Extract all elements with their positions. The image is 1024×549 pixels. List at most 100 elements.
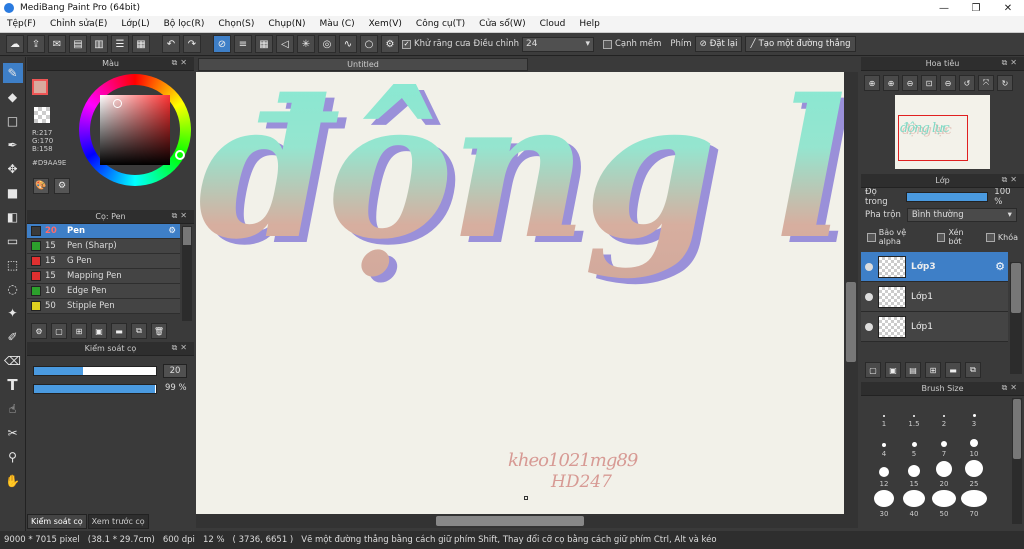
brush-size-cell[interactable]: 15 bbox=[899, 460, 929, 490]
select-tool-icon[interactable]: ⬚ bbox=[3, 255, 23, 275]
canvas-tab[interactable]: Untitled bbox=[198, 58, 528, 71]
concentric-snap-icon[interactable]: ◎ bbox=[318, 35, 336, 53]
delete-icon[interactable]: 🗑 bbox=[151, 323, 167, 339]
rotate-left-icon[interactable]: ↺ bbox=[959, 75, 975, 91]
share-icon[interactable]: ⇪ bbox=[27, 35, 45, 53]
create-line-button[interactable]: ╱ Tạo một đường thẳng bbox=[745, 36, 856, 52]
brush-size-cell[interactable]: 70 bbox=[959, 490, 989, 520]
transparent-color-swatch[interactable] bbox=[34, 107, 50, 123]
brush-size-slider[interactable] bbox=[33, 366, 157, 376]
clipping-checkbox[interactable] bbox=[936, 232, 946, 242]
zoom-out-icon[interactable]: ⊖ bbox=[902, 75, 918, 91]
fill-tool-icon[interactable]: ◧ bbox=[3, 207, 23, 227]
folder-icon[interactable]: ▬ bbox=[111, 323, 127, 339]
brush-size-cell[interactable]: 50 bbox=[929, 490, 959, 520]
eye-icon[interactable] bbox=[865, 322, 873, 331]
brush-item[interactable]: 50 Stipple Pen bbox=[27, 299, 180, 314]
new-brush-icon[interactable]: ▢ bbox=[51, 323, 67, 339]
blend-select[interactable]: Bình thường ▾ bbox=[906, 208, 1017, 222]
hand-tool-icon[interactable]: ✋ bbox=[3, 471, 23, 491]
rotate-right-icon[interactable]: ↻ bbox=[997, 75, 1013, 91]
redo-icon[interactable]: ↷ bbox=[183, 35, 201, 53]
fit-icon[interactable]: ⊡ bbox=[921, 75, 937, 91]
new-layer-icon[interactable]: ▢ bbox=[865, 362, 881, 378]
brush-size-value[interactable]: 20 bbox=[163, 364, 187, 378]
flip-icon[interactable]: ⤧ bbox=[978, 75, 994, 91]
operation-tool-icon[interactable]: ☝ bbox=[3, 399, 23, 419]
divide-tool-icon[interactable]: ✂ bbox=[3, 423, 23, 443]
panel-float-icon[interactable]: ⧉✕ bbox=[1002, 58, 1020, 68]
layer-item[interactable]: Lớp1 bbox=[861, 312, 1008, 342]
layer-scrollbar[interactable] bbox=[1010, 262, 1022, 374]
brush-size-cell[interactable]: 1 bbox=[869, 400, 899, 430]
brush-size-cell[interactable]: 12 bbox=[869, 460, 899, 490]
canvas[interactable]: động lực động lực kheo1021mg89 HD247 bbox=[196, 72, 844, 514]
brush-item[interactable]: 15 Mapping Pen bbox=[27, 269, 180, 284]
layer-item[interactable]: Lớp3 ⚙ bbox=[861, 252, 1008, 282]
adjust-select[interactable]: 24 ▾ bbox=[521, 36, 594, 52]
menu-layer[interactable]: Lớp(L) bbox=[114, 19, 156, 29]
brush-size-cell[interactable]: 25 bbox=[959, 460, 989, 490]
circle-snap-icon[interactable]: ○ bbox=[360, 35, 378, 53]
brush-item[interactable]: 15 Pen (Sharp) bbox=[27, 239, 180, 254]
brush-size-cell[interactable]: 20 bbox=[929, 460, 959, 490]
panel-float-icon[interactable]: ⧉✕ bbox=[1002, 383, 1020, 393]
duplicate-icon[interactable]: ⧉ bbox=[131, 323, 147, 339]
foreground-color-swatch[interactable] bbox=[32, 79, 48, 95]
select-eraser-icon[interactable]: ⌫ bbox=[3, 351, 23, 371]
layer-opacity-slider[interactable] bbox=[906, 192, 989, 202]
list-icon[interactable]: ☰ bbox=[111, 35, 129, 53]
menu-cloud[interactable]: Cloud bbox=[533, 19, 573, 29]
color-picker-handle[interactable] bbox=[113, 99, 122, 108]
minimize-button[interactable]: — bbox=[928, 0, 960, 16]
page-icon[interactable]: ▥ bbox=[90, 35, 108, 53]
gear-icon[interactable]: ⚙ bbox=[995, 260, 1005, 273]
duplicate-layer-icon[interactable]: ⧉ bbox=[965, 362, 981, 378]
zoom-reset-icon[interactable]: ⊕ bbox=[883, 75, 899, 91]
brush-size-cell[interactable]: 2 bbox=[929, 400, 959, 430]
brush-item[interactable]: 10 Edge Pen bbox=[27, 284, 180, 299]
brush-size-cell[interactable]: 1.5 bbox=[899, 400, 929, 430]
panel-float-icon[interactable]: ⧉✕ bbox=[172, 211, 190, 221]
radial-snap-icon[interactable]: ✳ bbox=[297, 35, 315, 53]
brush-size-cell[interactable]: 30 bbox=[869, 490, 899, 520]
snap-settings-icon[interactable]: ⚙ bbox=[381, 35, 399, 53]
canvas-horizontal-scrollbar[interactable] bbox=[196, 514, 858, 528]
move-tool-icon[interactable]: ✥ bbox=[3, 159, 23, 179]
edge-checkbox[interactable] bbox=[602, 39, 612, 49]
menu-tools[interactable]: Công cụ(T) bbox=[409, 19, 472, 29]
saturation-square[interactable] bbox=[100, 95, 170, 165]
undo-icon[interactable]: ↶ bbox=[162, 35, 180, 53]
menu-window[interactable]: Cửa sổ(W) bbox=[472, 19, 532, 29]
new-8bit-layer-icon[interactable]: ▤ bbox=[905, 362, 921, 378]
panel-float-icon[interactable]: ⧉✕ bbox=[172, 58, 190, 68]
parallel-snap-icon[interactable]: ≡ bbox=[234, 35, 252, 53]
text-tool-icon[interactable]: T bbox=[3, 375, 23, 395]
brush-size-cell[interactable]: 40 bbox=[899, 490, 929, 520]
menu-help[interactable]: Help bbox=[572, 19, 607, 29]
brush-item[interactable]: 15 G Pen bbox=[27, 254, 180, 269]
comic-icon[interactable]: ▤ bbox=[69, 35, 87, 53]
actual-size-icon[interactable]: ⊖ bbox=[940, 75, 956, 91]
menu-view[interactable]: Xem(V) bbox=[362, 19, 409, 29]
brush-size-cell[interactable]: 7 bbox=[929, 430, 959, 460]
add-layer-menu-icon[interactable]: ⊞ bbox=[925, 362, 941, 378]
navigator-thumbnail[interactable]: động lực động lực bbox=[895, 95, 990, 169]
viewport-rect[interactable] bbox=[898, 115, 968, 161]
comment-icon[interactable]: ✉ bbox=[48, 35, 66, 53]
lasso-tool-icon[interactable]: ◌ bbox=[3, 279, 23, 299]
brush-size-cell[interactable]: 3 bbox=[959, 400, 989, 430]
palette-settings-icon[interactable]: ⚙ bbox=[54, 178, 70, 194]
zoom-in-icon[interactable]: ⊕ bbox=[864, 75, 880, 91]
hue-handle[interactable] bbox=[175, 150, 185, 160]
add-brush-icon[interactable]: ⊞ bbox=[71, 323, 87, 339]
menu-color[interactable]: Màu (C) bbox=[313, 19, 362, 29]
panel-float-icon[interactable]: ⧉✕ bbox=[1002, 175, 1020, 185]
menu-snap[interactable]: Chụp(N) bbox=[261, 19, 312, 29]
pen-tool-icon[interactable]: ✒ bbox=[3, 135, 23, 155]
brush-item[interactable]: 20 Pen ⚙ bbox=[27, 224, 180, 239]
close-button[interactable]: ✕ bbox=[992, 0, 1024, 16]
copy-brush-icon[interactable]: ▣ bbox=[91, 323, 107, 339]
menu-edit[interactable]: Chỉnh sửa(E) bbox=[43, 19, 114, 29]
gear-icon[interactable]: ⚙ bbox=[168, 226, 176, 236]
